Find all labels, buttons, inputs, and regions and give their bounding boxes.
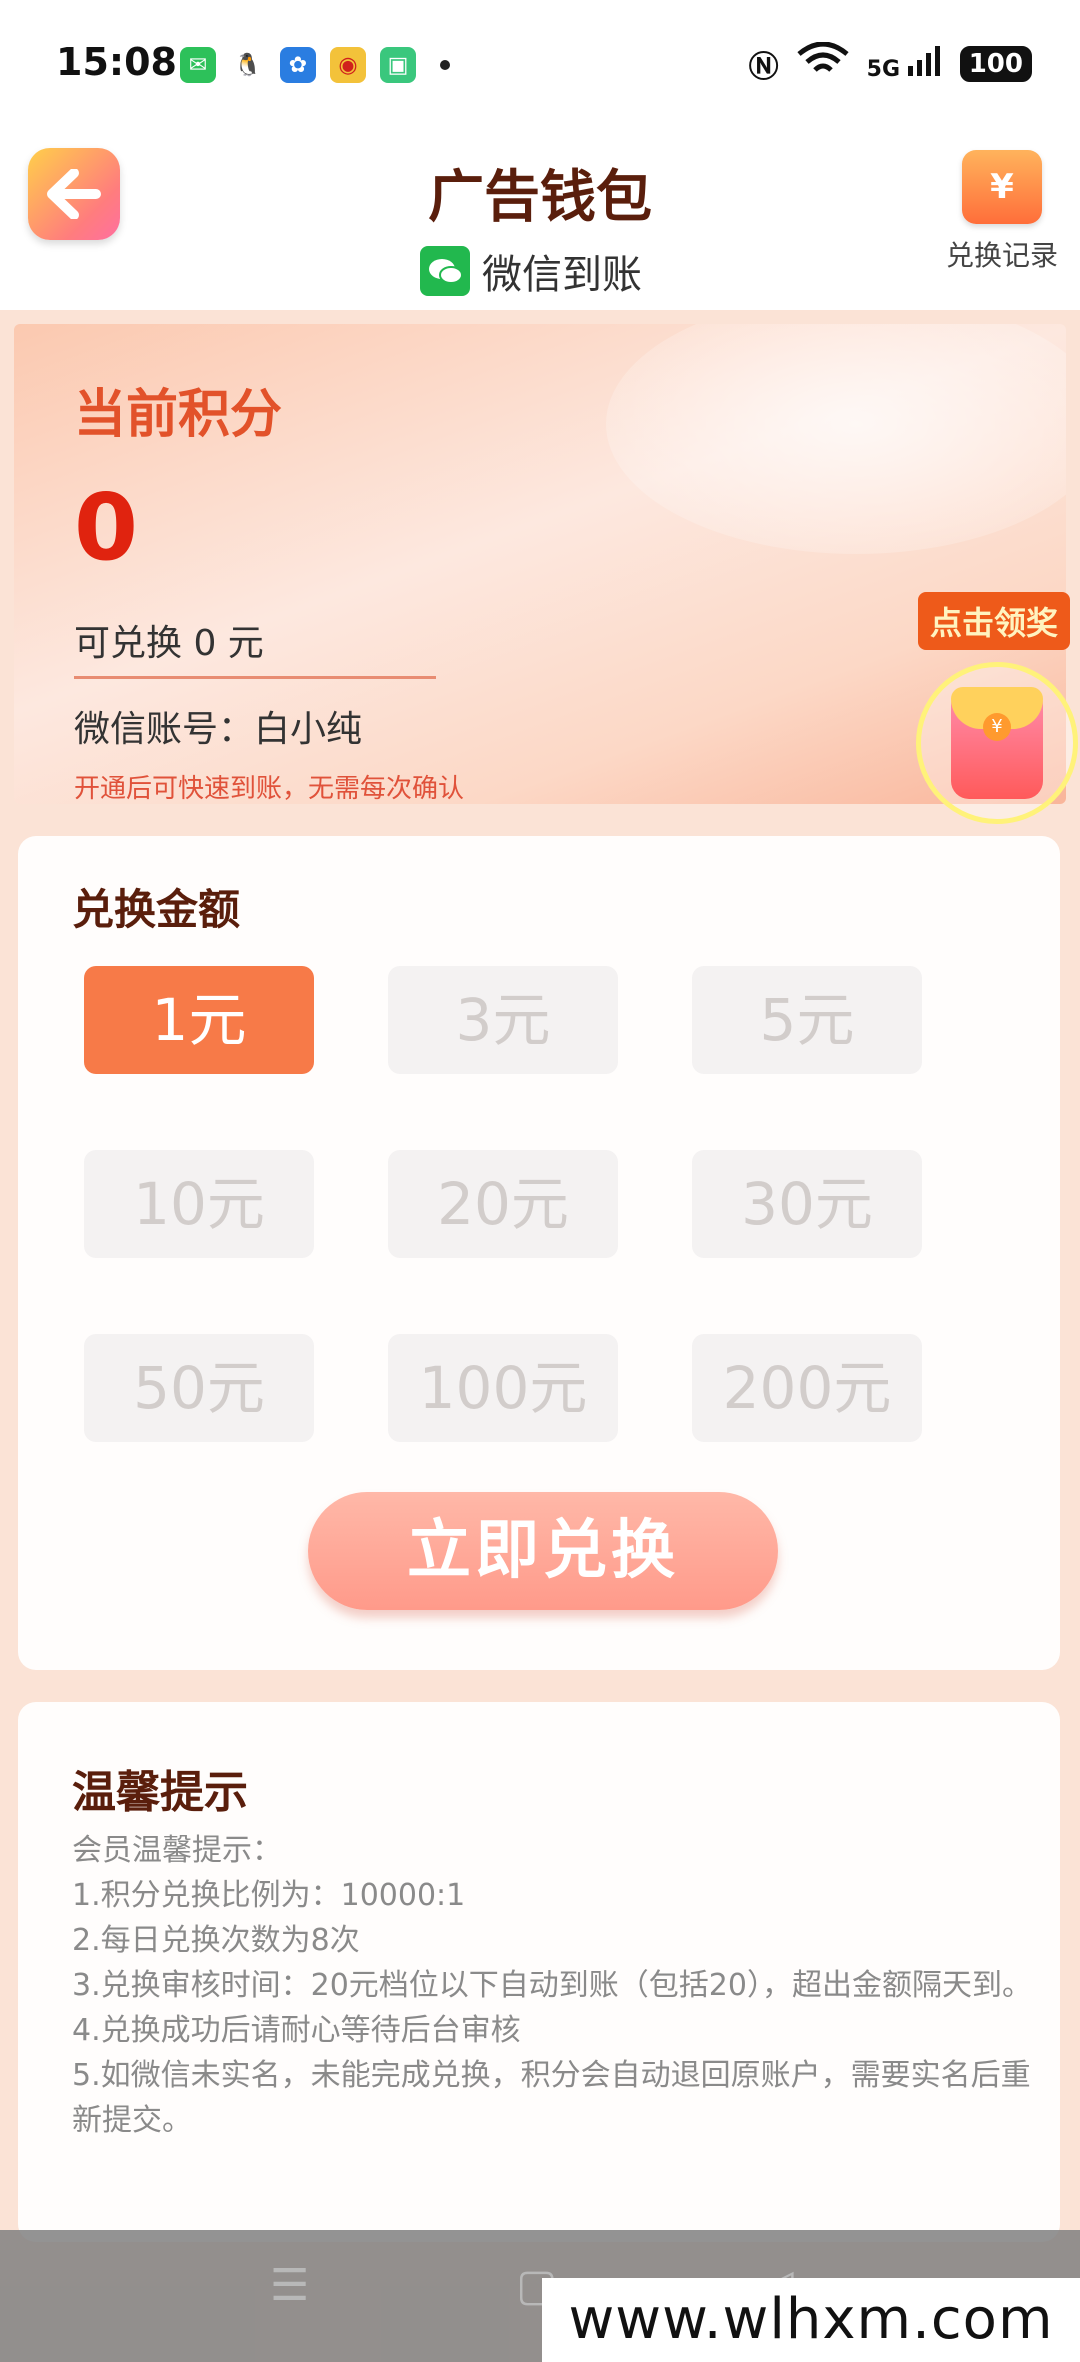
weibo-icon: ◉ [330,47,366,83]
header: 广告钱包 微信到账 ¥ 兑换记录 [0,130,1080,310]
exchange-card: 兑换金额 1元 3元 5元 10元 20元 30元 50元 100元 200元 … [18,836,1060,1670]
claim-reward-button[interactable]: ¥ [916,662,1078,824]
network-type: 5G [866,57,901,82]
menu-icon[interactable]: ☰ [270,2260,309,2311]
amount-option-50[interactable]: 50元 [84,1334,314,1442]
amount-option-1[interactable]: 1元 [84,966,314,1074]
status-bar: 15:08 ✉ 🐧 ✿ ◉ ▣ Ⓝ 5G 100 [0,0,1080,130]
wechat-payout-label: 微信到账 [482,252,642,298]
exchange-amount-title: 兑换金额 [72,885,241,934]
wifi-icon [797,41,849,86]
tip-line: 5.如微信未实名，未能完成兑换，积分会自动退回原账户，需要实名后重新提交。 [72,2058,1031,2138]
amount-option-3[interactable]: 3元 [388,966,618,1074]
tips-title: 温馨提示 [72,1767,248,1818]
red-envelope-flap: ¥ [951,687,1043,741]
tip-line: 会员温馨提示： [72,1833,282,1868]
divider [74,676,436,679]
amount-option-100[interactable]: 100元 [388,1334,618,1442]
qq-icon: 🐧 [230,47,266,83]
status-indicators: Ⓝ 5G 100 [748,41,1032,86]
tip-line: 2.每日兑换次数为8次 [72,1923,360,1958]
amount-option-200[interactable]: 200元 [692,1334,922,1442]
exchange-record-button[interactable]: ¥ 兑换记录 [942,150,1062,274]
amount-option-5[interactable]: 5元 [692,966,922,1074]
green-app-icon: ▣ [380,47,416,83]
wechat-icon [420,246,470,296]
tip-line: 1.积分兑换比例为：10000:1 [72,1878,466,1913]
wechat-icon: ✉ [180,47,216,83]
amount-option-20[interactable]: 20元 [388,1150,618,1258]
red-envelope-icon: ¥ [951,687,1043,799]
claim-reward-badge[interactable]: 点击领奖 [918,592,1071,650]
status-app-icons: ✉ 🐧 ✿ ◉ ▣ [180,47,450,83]
tip-line: 3.兑换审核时间：20元档位以下自动到账（包括20），超出金额隔天到。 [72,1968,1032,2003]
exchange-now-button[interactable]: 立即兑换 [308,1492,778,1610]
nfc-icon: Ⓝ [748,50,779,85]
points-banner: 当前积分 0 可兑换 0 元 微信账号：白小纯 开通后可快速到账，无需每次确认 [14,324,1066,804]
points-value: 0 [74,474,139,581]
amount-option-10[interactable]: 10元 [84,1150,314,1258]
wechat-account: 微信账号：白小纯 [74,709,363,750]
battery-icon: 100 [959,46,1032,82]
tips-body: 会员温馨提示： 1.积分兑换比例为：10000:1 2.每日兑换次数为8次 3.… [72,1828,1032,2143]
points-label: 当前积分 [74,385,283,445]
signal-icon: 5G [867,46,942,82]
status-time: 15:08 [56,40,177,84]
tips-card: 温馨提示 会员温馨提示： 1.积分兑换比例为：10000:1 2.每日兑换次数为… [18,1702,1060,2242]
banner-glow [606,324,1066,554]
exchange-record-label: 兑换记录 [945,239,1058,272]
quick-payout-note: 开通后可快速到账，无需每次确认 [74,774,465,804]
page-title: 广告钱包 [428,165,652,230]
tip-line: 4.兑换成功后请耐心等待后台审核 [72,2013,521,2048]
watermark: www.wlhxm.com [542,2278,1080,2362]
amount-option-30[interactable]: 30元 [692,1150,922,1258]
fan-app-icon: ✿ [280,47,316,83]
exchangeable-amount: 可兑换 0 元 [74,623,264,664]
wechat-payout-indicator: 微信到账 [420,242,642,300]
coin-icon: ¥ [983,713,1011,741]
notification-dot [440,60,450,70]
record-wallet-icon: ¥ [962,150,1042,224]
